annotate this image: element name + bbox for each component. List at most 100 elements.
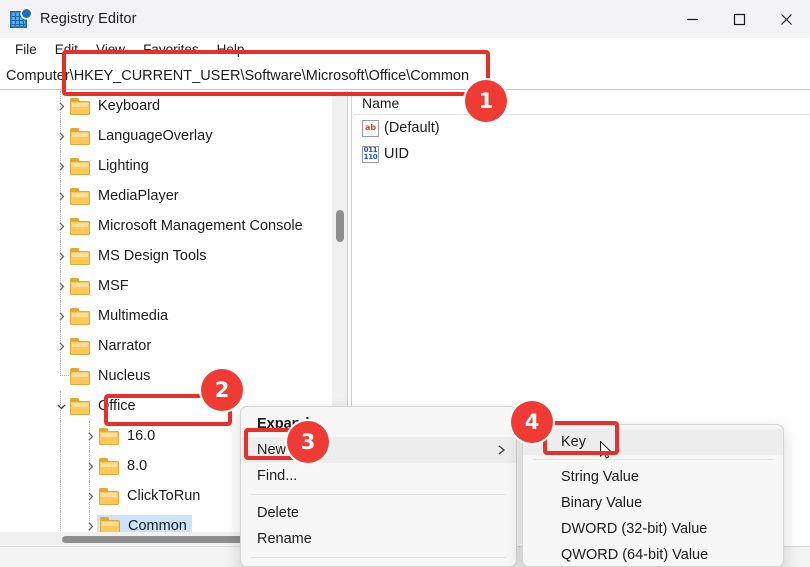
chevron-right-icon[interactable] [52,271,70,301]
folder-icon [70,368,91,385]
tree-item-ms-design-tools[interactable]: MS Design Tools [0,241,347,271]
context-menu-delete-label: Delete [257,505,299,521]
tree-item-languageoverlay[interactable]: LanguageOverlay [0,121,347,151]
window-title: Registry Editor [40,11,137,27]
tree-guide-line [60,331,61,361]
tree-guide-line [60,271,61,301]
tree-indent [0,421,81,451]
tree-item-content: Microsoft Management Console [70,218,303,235]
chevron-right-icon[interactable] [81,421,99,451]
tree-horizontal-scroll-thumb[interactable] [62,536,254,543]
tree-item-content: 16.0 [99,428,155,445]
tree-item-content: ClickToRun [99,488,200,505]
chevron-right-icon[interactable] [52,211,70,241]
tree-indent [0,91,52,121]
folder-icon [70,128,91,145]
annotation-badge-1: 1 [465,80,507,122]
tree-item-label: LanguageOverlay [98,128,212,144]
tree-item-lighting[interactable]: Lighting [0,151,347,181]
minimize-icon[interactable] [669,0,716,38]
tree-indent [0,121,52,151]
folder-icon [99,488,120,505]
chevron-right-icon[interactable] [52,151,70,181]
context-menu-delete[interactable]: Delete [241,500,516,526]
context-menu-find-label: Find... [257,468,297,484]
submenu-qword-value[interactable]: QWORD (64-bit) Value [523,542,783,567]
submenu-string-value[interactable]: String Value [523,464,783,490]
submenu-string-value-label: String Value [561,469,639,485]
context-menu-separator [251,494,506,495]
tree-guide-line [89,451,90,481]
close-icon[interactable] [763,0,810,38]
tree-item-content: Lighting [70,158,149,175]
tree-guide-line [60,301,61,331]
maximize-icon[interactable] [716,0,763,38]
chevron-right-icon[interactable] [52,331,70,361]
chevron-right-icon [497,444,506,456]
submenu-qword-value-label: QWORD (64-bit) Value [561,547,708,563]
list-item[interactable]: ab (Default) [353,115,810,141]
tree-item-label: Multimedia [98,308,168,324]
value-name: (Default) [384,120,440,136]
tree-item-label: MS Design Tools [98,248,207,264]
tree-indent [0,481,81,511]
tree-guide-line [60,361,69,376]
tree-item-label: MediaPlayer [98,188,179,204]
folder-icon [99,458,120,475]
folder-icon [70,158,91,175]
tree-indent [0,361,52,391]
chevron-right-icon[interactable] [52,121,70,151]
submenu-binary-value-label: Binary Value [561,495,642,511]
tree-item-msf[interactable]: MSF [0,271,347,301]
tree-item-multimedia[interactable]: Multimedia [0,301,347,331]
tree-item-label: MSF [98,278,129,294]
tree-item-label: Narrator [98,338,151,354]
tree-item-label: 8.0 [127,458,147,474]
tree-vertical-scroll-thumb[interactable] [336,210,344,242]
submenu-separator [533,459,773,460]
tree-item-microsoft-management-console[interactable]: Microsoft Management Console [0,211,347,241]
chevron-right-icon[interactable] [81,451,99,481]
menu-file[interactable]: File [6,41,46,58]
chevron-right-icon[interactable] [52,181,70,211]
folder-icon [70,308,91,325]
tree-item-mediaplayer[interactable]: MediaPlayer [0,181,347,211]
list-item[interactable]: 011110 UID [353,141,810,167]
tree-item-label: Keyboard [98,98,160,114]
column-header-name[interactable]: Name [353,95,399,111]
tree-indent [0,241,52,271]
context-menu-rename-label: Rename [257,531,312,547]
tree-guide-line [89,421,90,451]
chevron-right-icon[interactable] [81,481,99,511]
tree-guide-line [60,241,61,271]
tree-indent [0,391,52,421]
submenu-binary-value[interactable]: Binary Value [523,490,783,516]
context-menu-find[interactable]: Find... [241,463,516,489]
folder-icon [70,278,91,295]
annotation-badge-4: 4 [511,401,553,443]
tree-indent [0,301,52,331]
tree-item-content: 8.0 [99,458,147,475]
annotation-box-key [543,421,619,455]
title-bar: Registry Editor [0,0,810,38]
chevron-down-icon[interactable] [52,391,70,421]
chevron-right-icon[interactable] [52,301,70,331]
folder-icon [70,188,91,205]
tree-indent [0,271,52,301]
tree-item-narrator[interactable]: Narrator [0,331,347,361]
tree-guide-line [60,151,61,181]
tree-item-content: MSF [70,278,129,295]
value-name: UID [384,146,409,162]
chevron-right-icon[interactable] [52,241,70,271]
folder-icon [70,98,91,115]
folder-icon [70,338,91,355]
folder-icon [70,218,91,235]
context-menu-rename[interactable]: Rename [241,526,516,552]
context-menu-separator [251,557,506,558]
submenu-dword-value[interactable]: DWORD (32-bit) Value [523,516,783,542]
tree-item-content: MS Design Tools [70,248,207,265]
tree-item-content: Narrator [70,338,151,355]
registry-editor-window: Registry Editor File Edit View Favorites… [0,0,810,567]
tree-item-nucleus[interactable]: Nucleus [0,361,347,391]
registry-editor-icon [10,9,30,29]
